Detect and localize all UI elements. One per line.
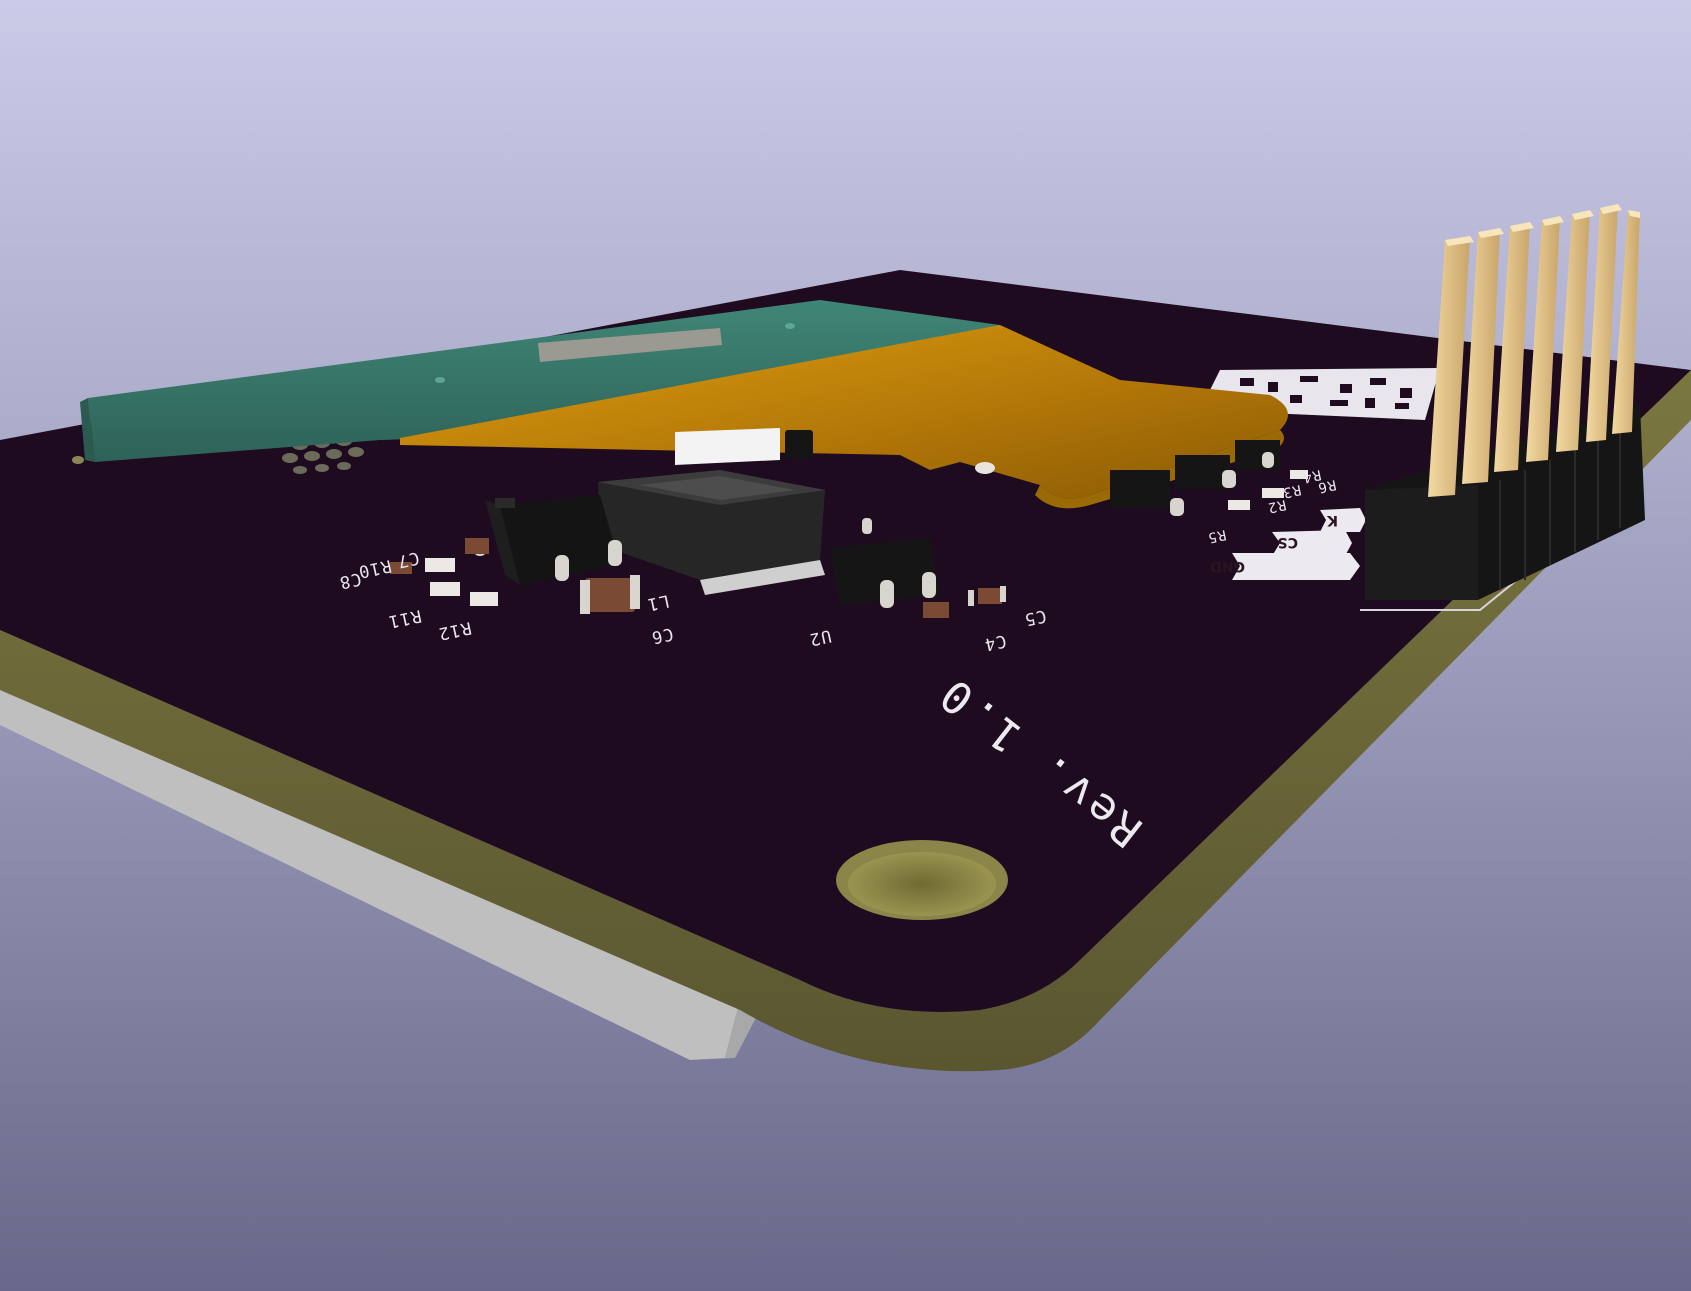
pin-label-k: K — [1326, 512, 1338, 528]
fpc-connector — [675, 428, 780, 465]
flex-hole — [975, 462, 995, 474]
fiducial — [72, 456, 84, 464]
pcb-3d-render-scene: Rev. 1.0 C7 R10 C8 R11 R12 L1 C6 U2 C5 C… — [0, 0, 1691, 1291]
mounting-hole — [848, 852, 996, 916]
pin-label-gnd: GND — [1210, 558, 1245, 574]
pin-label-cs: CS — [1277, 534, 1298, 550]
pcb-3d-render: Rev. 1.0 C7 R10 C8 R11 R12 L1 C6 U2 C5 C… — [0, 0, 1691, 1291]
